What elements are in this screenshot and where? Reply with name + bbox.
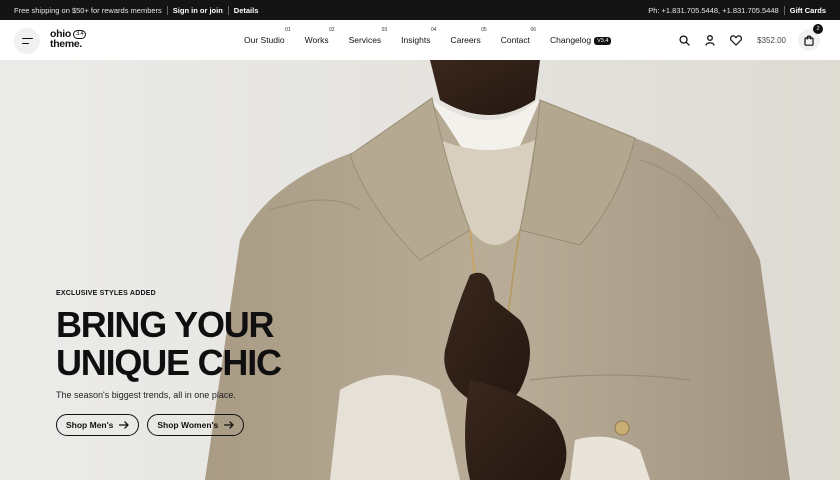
nav-number: 01	[285, 27, 291, 33]
nav-label: Services	[348, 35, 382, 45]
hero-ctas: Shop Men's Shop Women's	[56, 414, 386, 436]
hero-banner: EXCLUSIVE STYLES ADDED BRING YOUR UNIQUE…	[0, 60, 840, 480]
shop-womens-label: Shop Women's	[157, 420, 219, 430]
nav-label: Our Studio	[244, 35, 285, 45]
hero-subtitle: The season's biggest trends, all in one …	[56, 390, 236, 400]
divider	[166, 5, 168, 15]
shop-mens-button[interactable]: Shop Men's	[56, 414, 140, 436]
nav-label: Insights	[401, 35, 431, 45]
logo-line-2: theme.	[50, 38, 83, 50]
announcement-bar: Free shipping on $50+ for rewards member…	[0, 0, 840, 20]
hero-content: EXCLUSIVE STYLES ADDED BRING YOUR UNIQUE…	[56, 290, 386, 436]
nav-number: 02	[329, 27, 335, 33]
nav-item-services[interactable]: Services 03	[348, 27, 388, 45]
shop-mens-label: Shop Men's	[66, 420, 114, 430]
nav-number: 03	[381, 27, 388, 33]
bag-icon	[804, 35, 814, 46]
phone-text: Ph: +1.831.705.5448, +1.831.705.5448	[648, 5, 779, 15]
nav-item-works[interactable]: Works 02	[304, 27, 335, 45]
account-button[interactable]	[703, 33, 717, 47]
nav-number: 04	[430, 27, 437, 33]
arrow-right-icon	[224, 421, 234, 429]
user-icon	[705, 34, 715, 46]
menu-icon	[21, 37, 33, 45]
signin-link[interactable]: Sign in or join	[173, 6, 223, 15]
wishlist-button[interactable]	[729, 33, 743, 47]
nav-item-our-studio[interactable]: Our Studio 01	[244, 27, 291, 45]
details-link[interactable]: Details	[234, 6, 259, 15]
divider	[783, 5, 785, 15]
main-nav: Our Studio 01 Works 02 Services 03 Insights…	[244, 20, 631, 60]
nav-label: Careers	[450, 35, 481, 45]
nav-label: Changelog	[550, 35, 592, 45]
nav-item-changelog[interactable]: Changelog V3.4	[550, 35, 612, 45]
header-actions: $352.00 2	[677, 20, 823, 60]
shop-womens-button[interactable]: Shop Women's	[147, 414, 245, 436]
nav-label: Contact	[500, 35, 530, 45]
cart-button[interactable]: 2	[798, 24, 823, 51]
nav-number: 05	[481, 27, 487, 33]
hero-headline: BRING YOUR UNIQUE CHIC	[56, 306, 386, 382]
hero-headline-line-2: UNIQUE CHIC	[56, 342, 282, 383]
nav-item-careers[interactable]: Careers 05	[450, 27, 486, 45]
nav-item-contact[interactable]: Contact 06	[500, 27, 536, 45]
hero-eyebrow: EXCLUSIVE STYLES ADDED	[56, 290, 156, 297]
version-badge: V3.4	[594, 36, 612, 45]
cart-count-badge: 2	[813, 24, 823, 34]
nav-label: Works	[304, 35, 329, 45]
hero-headline-line-1: BRING YOUR	[56, 304, 275, 345]
search-button[interactable]	[677, 33, 691, 47]
site-header: ohio 3.4 theme. Our Studio 01 Works 02 Ser…	[0, 20, 840, 60]
search-icon	[679, 34, 690, 46]
cart-total[interactable]: $352.00	[757, 36, 786, 45]
heart-icon	[730, 34, 743, 46]
menu-button[interactable]	[14, 28, 40, 54]
promo-text: Free shipping on $50+ for rewards member…	[14, 5, 162, 15]
nav-number: 06	[530, 27, 536, 33]
divider	[227, 5, 229, 15]
logo[interactable]: ohio 3.4 theme.	[50, 29, 87, 50]
gift-cards-link[interactable]: Gift Cards	[790, 6, 826, 15]
arrow-right-icon	[119, 421, 130, 429]
nav-item-insights[interactable]: Insights 04	[401, 27, 436, 45]
